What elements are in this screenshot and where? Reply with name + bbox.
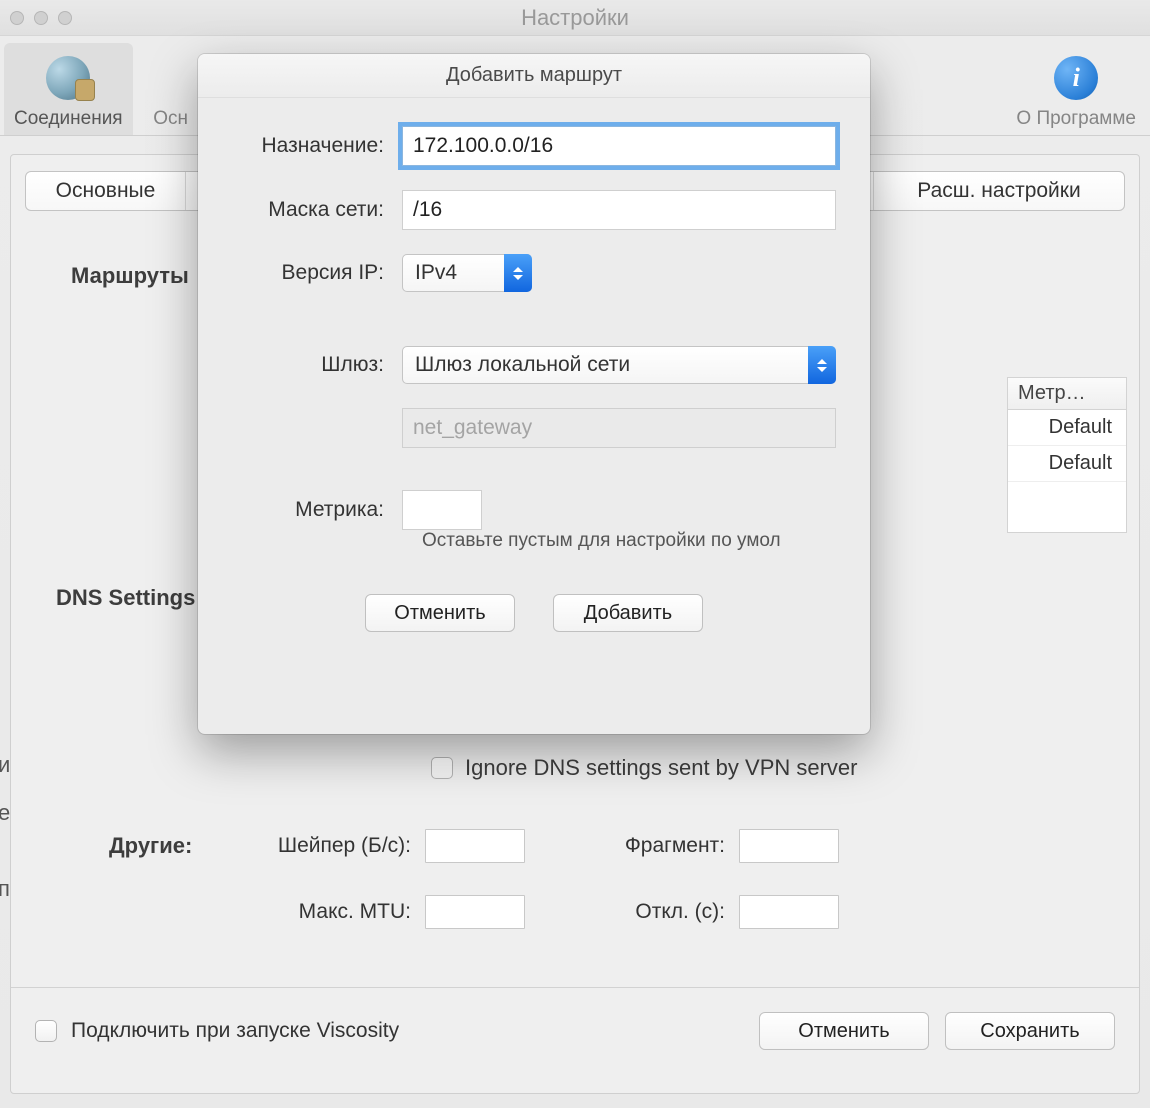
row-metric: Метрика: xyxy=(216,490,836,530)
row-gateway: Шлюз: Шлюз локальной сети xyxy=(216,346,836,384)
input-shaper[interactable] xyxy=(425,829,525,863)
tab-advanced[interactable]: Расш. настройки xyxy=(874,172,1124,210)
divider xyxy=(11,987,1139,988)
close-icon[interactable] xyxy=(10,11,24,25)
sheet-title: Добавить маршрут xyxy=(198,54,870,98)
toolbar-gear-icon xyxy=(143,50,199,106)
row-gateway-value xyxy=(216,408,836,448)
label-fragment: Фрагмент: xyxy=(575,834,725,858)
titlebar: Настройки xyxy=(0,0,1150,36)
toolbar-item-connections[interactable]: Соединения xyxy=(4,43,133,135)
zoom-icon[interactable] xyxy=(58,11,72,25)
label-max-mtu: Макс. MTU: xyxy=(221,900,411,924)
tab-label: Расш. настройки xyxy=(917,179,1080,203)
checkbox-icon[interactable] xyxy=(35,1020,57,1042)
input-otkl[interactable] xyxy=(739,895,839,929)
window-title: Настройки xyxy=(0,5,1150,31)
label-otkl: Откл. (с): xyxy=(575,900,725,924)
info-icon: i xyxy=(1048,50,1104,106)
section-heading-routes: Маршруты xyxy=(71,263,189,289)
sheet-buttons: Отменить Добавить xyxy=(216,578,836,632)
bottom-bar: Подключить при запуске Viscosity Отменит… xyxy=(11,999,1139,1063)
input-netmask[interactable] xyxy=(402,190,836,230)
button-label: Сохранить xyxy=(980,1020,1079,1043)
save-button[interactable]: Сохранить xyxy=(945,1012,1115,1050)
sheet-cancel-button[interactable]: Отменить xyxy=(365,594,515,632)
select-ipversion[interactable]: IPv4 xyxy=(402,254,532,292)
bleed-text: п xyxy=(0,876,10,902)
chevron-up-down-icon xyxy=(504,254,532,292)
label-metric: Метрика: xyxy=(216,498,402,522)
checkbox-label: Ignore DNS settings sent by VPN server xyxy=(465,755,858,781)
table-header-metric[interactable]: Метр… xyxy=(1008,378,1126,410)
select-gateway[interactable]: Шлюз локальной сети xyxy=(402,346,836,384)
routes-metric-column: Метр… Default Default xyxy=(1007,377,1127,533)
checkbox-label-connect-on-launch[interactable]: Подключить при запуске Viscosity xyxy=(71,1019,399,1043)
input-destination[interactable] xyxy=(402,126,836,166)
input-max-mtu[interactable] xyxy=(425,895,525,929)
checkbox-icon[interactable] xyxy=(431,757,453,779)
window-controls xyxy=(10,11,72,25)
label-netmask: Маска сети: xyxy=(216,198,402,222)
tab-label: Основные xyxy=(56,179,156,203)
table-cell[interactable]: Default xyxy=(1008,410,1126,446)
input-fragment[interactable] xyxy=(739,829,839,863)
button-label: Отменить xyxy=(394,602,485,625)
tab-basic[interactable]: Основные xyxy=(26,172,186,210)
metric-hint: Оставьте пустым для настройки по умол xyxy=(216,530,836,552)
label-ipversion: Версия IP: xyxy=(216,261,402,285)
label-gateway: Шлюз: xyxy=(216,353,402,377)
row-ipversion: Версия IP: IPv4 xyxy=(216,254,836,292)
label-destination: Назначение: xyxy=(216,134,402,158)
other-row-1: Шейпер (Б/с): Фрагмент: xyxy=(221,829,839,863)
other-row-2: Макс. MTU: Откл. (с): xyxy=(221,895,839,929)
cancel-button[interactable]: Отменить xyxy=(759,1012,929,1050)
input-gateway-value xyxy=(402,408,836,448)
toolbar-item-label: Осн xyxy=(153,108,188,130)
bleed-text: и xyxy=(0,752,10,778)
minimize-icon[interactable] xyxy=(34,11,48,25)
section-heading-other: Другие: xyxy=(109,833,192,859)
button-label: Добавить xyxy=(584,602,672,625)
chevron-up-down-icon xyxy=(808,346,836,384)
sheet-add-button[interactable]: Добавить xyxy=(553,594,703,632)
label-shaper: Шейпер (Б/с): xyxy=(221,834,411,858)
add-route-sheet: Добавить маршрут Назначение: Маска сети:… xyxy=(198,54,870,734)
row-netmask: Маска сети: xyxy=(216,190,836,230)
toolbar-item-about[interactable]: i О Программе xyxy=(1006,43,1146,135)
toolbar-item-label: О Программе xyxy=(1016,108,1136,130)
globe-lock-icon xyxy=(40,50,96,106)
select-value: IPv4 xyxy=(415,261,457,285)
input-metric[interactable] xyxy=(402,490,482,530)
sheet-form: Назначение: Маска сети: Версия IP: IPv4 xyxy=(198,98,870,642)
row-destination: Назначение: xyxy=(216,126,836,166)
section-heading-dns: DNS Settings xyxy=(56,585,195,611)
bleed-text: е xyxy=(0,800,10,826)
toolbar-item-label: Соединения xyxy=(14,108,123,130)
button-label: Отменить xyxy=(798,1020,889,1043)
table-cell-empty xyxy=(1008,482,1126,532)
table-cell[interactable]: Default xyxy=(1008,446,1126,482)
checkbox-ignore-dns[interactable]: Ignore DNS settings sent by VPN server xyxy=(431,755,858,781)
select-value: Шлюз локальной сети xyxy=(415,353,630,377)
